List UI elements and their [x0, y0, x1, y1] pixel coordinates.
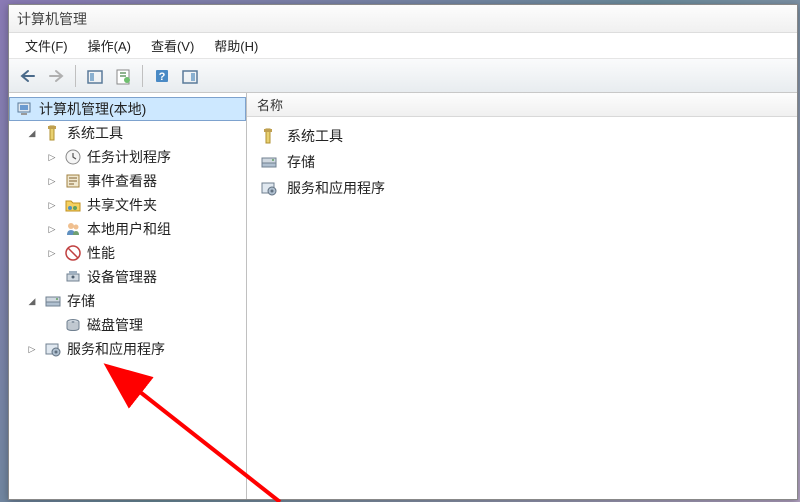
back-button[interactable] [15, 63, 41, 89]
event-viewer-icon [64, 172, 82, 190]
storage-icon [260, 153, 278, 171]
tree-shared-folders-label: 共享文件夹 [87, 195, 157, 215]
tree-device-manager-label: 设备管理器 [87, 267, 157, 287]
toolbar: ? [9, 59, 797, 93]
menu-help[interactable]: 帮助(H) [204, 33, 268, 58]
services-icon [260, 179, 278, 197]
list-item-services-apps[interactable]: 服务和应用程序 [251, 175, 793, 201]
menubar: 文件(F) 操作(A) 查看(V) 帮助(H) [9, 33, 797, 59]
list-header[interactable]: 名称 [247, 93, 797, 117]
main-window: 计算机管理 文件(F) 操作(A) 查看(V) 帮助(H) ? [8, 4, 798, 500]
list-body[interactable]: 系统工具 存储 服务和应用程序 [247, 117, 797, 499]
tree-services-apps-label: 服务和应用程序 [67, 339, 165, 359]
system-tools-icon [44, 124, 62, 142]
tree-performance-label: 性能 [87, 243, 115, 263]
shared-folders-icon [64, 196, 82, 214]
expand-icon[interactable]: ▷ [45, 150, 59, 164]
tree-task-scheduler[interactable]: ▷ 任务计划程序 [9, 145, 246, 169]
tree-services-apps[interactable]: ▷ 服务和应用程序 [9, 337, 246, 361]
performance-icon [64, 244, 82, 262]
toolbar-sep-1 [75, 65, 76, 87]
expand-icon[interactable]: ▷ [45, 222, 59, 236]
tree-root[interactable]: 计算机管理(本地) [9, 97, 246, 121]
tree-event-viewer-label: 事件查看器 [87, 171, 157, 191]
column-name: 名称 [257, 95, 283, 114]
window-title: 计算机管理 [17, 9, 87, 29]
forward-button[interactable] [43, 63, 69, 89]
list-item-label: 系统工具 [287, 126, 343, 146]
properties-button[interactable] [177, 63, 203, 89]
clock-icon [64, 148, 82, 166]
services-icon [44, 340, 62, 358]
tree-system-tools-label: 系统工具 [67, 123, 123, 143]
tree-local-users-label: 本地用户和组 [87, 219, 171, 239]
titlebar: 计算机管理 [9, 5, 797, 33]
system-tools-icon [260, 127, 278, 145]
menu-view[interactable]: 查看(V) [141, 33, 204, 58]
tree-pane[interactable]: 计算机管理(本地) ◢ 系统工具 ▷ 任务计划程序 ▷ [9, 93, 247, 499]
menu-action[interactable]: 操作(A) [78, 33, 141, 58]
list-item-system-tools[interactable]: 系统工具 [251, 123, 793, 149]
help-button[interactable]: ? [149, 63, 175, 89]
tree-task-scheduler-label: 任务计划程序 [87, 147, 171, 167]
list-item-label: 服务和应用程序 [287, 178, 385, 198]
storage-icon [44, 292, 62, 310]
expand-icon[interactable]: ▷ [45, 174, 59, 188]
list-pane: 名称 系统工具 存储 [247, 93, 797, 499]
collapse-icon[interactable]: ◢ [25, 126, 39, 140]
toolbar-sep-2 [142, 65, 143, 87]
up-level-button[interactable] [82, 63, 108, 89]
tree-root-label: 计算机管理(本地) [39, 99, 146, 119]
svg-text:?: ? [159, 71, 166, 83]
disk-icon [64, 316, 82, 334]
expand-icon[interactable]: ▷ [25, 342, 39, 356]
tree-event-viewer[interactable]: ▷ 事件查看器 [9, 169, 246, 193]
tree-shared-folders[interactable]: ▷ 共享文件夹 [9, 193, 246, 217]
content-area: 计算机管理(本地) ◢ 系统工具 ▷ 任务计划程序 ▷ [9, 93, 797, 499]
tree-disk-management[interactable]: ▷ 磁盘管理 [9, 313, 246, 337]
collapse-icon[interactable]: ◢ [25, 294, 39, 308]
tree-performance[interactable]: ▷ 性能 [9, 241, 246, 265]
list-item-label: 存储 [287, 152, 315, 172]
tree-local-users[interactable]: ▷ 本地用户和组 [9, 217, 246, 241]
expand-icon[interactable]: ▷ [45, 246, 59, 260]
users-icon [64, 220, 82, 238]
tree-storage-label: 存储 [67, 291, 95, 311]
device-manager-icon [64, 268, 82, 286]
tree-system-tools[interactable]: ◢ 系统工具 [9, 121, 246, 145]
menu-file[interactable]: 文件(F) [15, 33, 78, 58]
list-item-storage[interactable]: 存储 [251, 149, 793, 175]
tree-device-manager[interactable]: ▷ 设备管理器 [9, 265, 246, 289]
refresh-button[interactable] [110, 63, 136, 89]
tree-storage[interactable]: ◢ 存储 [9, 289, 246, 313]
computer-mgmt-icon [16, 100, 34, 118]
expand-icon[interactable]: ▷ [45, 198, 59, 212]
tree-disk-management-label: 磁盘管理 [87, 315, 143, 335]
